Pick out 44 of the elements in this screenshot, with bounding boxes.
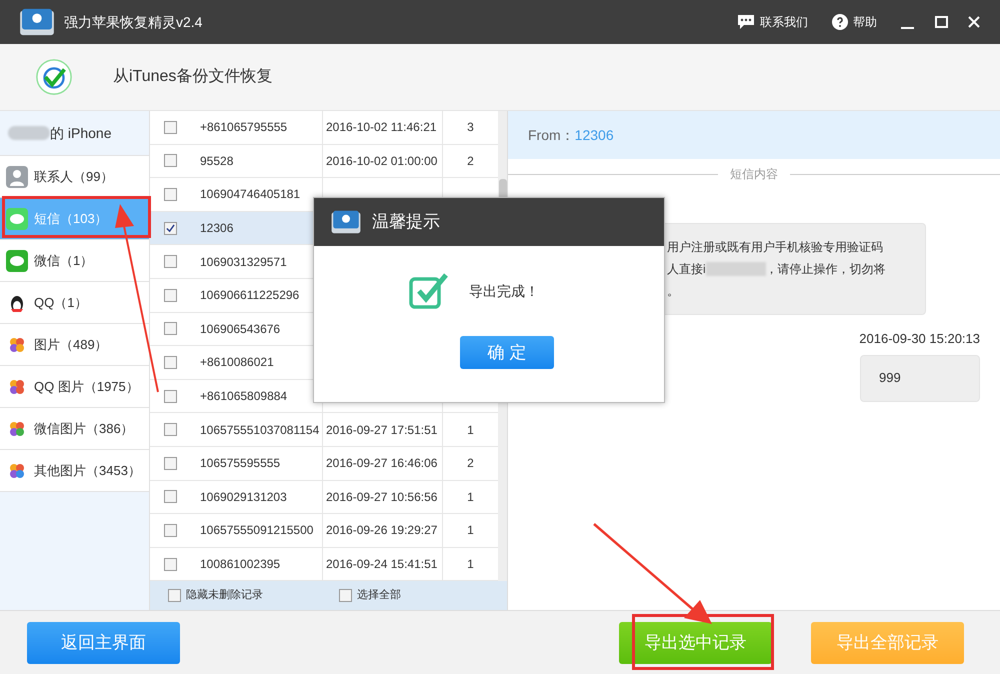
- table-cell-text: 2016-09-26 19:29:27: [326, 522, 438, 540]
- table-cell-text: 106575551037081154: [200, 422, 320, 439]
- table-cell-text: 1: [467, 556, 474, 574]
- table-cell-text: 106904746405181: [200, 186, 300, 204]
- table-cell-text: 10657555091215500: [200, 522, 314, 540]
- message-text: 。: [667, 283, 679, 300]
- message-bubble: 999: [860, 354, 980, 402]
- page-heading: 从iTunes备份文件恢复: [113, 66, 272, 87]
- table-cell-text: 106906543676: [200, 320, 280, 338]
- table-cell-text: +861065809884: [200, 388, 288, 406]
- table-cell-text: 12306: [200, 220, 234, 238]
- checkbox-label: 隐藏未删除记录: [186, 588, 263, 604]
- sender-number: 12306: [574, 126, 614, 144]
- table-cell-text: 1069029131203: [200, 488, 287, 506]
- window-title: 强力苹果恢复精灵v2.4: [64, 12, 202, 32]
- table-cell-text: 106906611225296: [200, 287, 300, 304]
- table-cell-text: 2016-10-02 11:46:21: [326, 119, 437, 136]
- table-cell-text: 2016-09-27 16:46:06: [326, 455, 438, 472]
- section-title: 短信内容: [729, 166, 779, 183]
- table-cell-text: 106575595555: [200, 455, 280, 472]
- message-time: 2016-09-30 15:20:13: [859, 330, 980, 348]
- table-cell-text: 1069031329571: [200, 254, 287, 271]
- message-text: ，请停止操作，切勿将: [766, 261, 886, 278]
- table-cell-text: 100861002395: [200, 556, 280, 574]
- table-cell-text: 2: [467, 455, 474, 472]
- dialog-title: 温馨提示: [372, 211, 440, 234]
- table-cell-text: 2016-09-24 15:41:51: [326, 556, 438, 574]
- device-name: 的 iPhone: [50, 124, 112, 142]
- from-label: From：: [528, 126, 575, 144]
- table-cell-text: 2: [467, 152, 474, 170]
- table-cell-text: 95528: [200, 152, 234, 170]
- table-cell-text: +8610086021: [200, 354, 274, 372]
- table-cell-text: 2016-10-02 01:00:00: [326, 152, 438, 170]
- table-cell-text: 3: [467, 119, 474, 136]
- table-cell-text: 1: [467, 422, 474, 439]
- dialog-message: 导出完成！: [469, 282, 539, 300]
- table-cell-text: 1: [467, 488, 474, 506]
- table-cell-text: +861065795555: [200, 119, 288, 136]
- message-text: 用户注册或既有用户手机核验专用验证码: [667, 239, 883, 256]
- table-cell-text: 1: [467, 522, 474, 540]
- checkbox-label: 选择全部: [357, 588, 401, 604]
- message-text: 人直接i: [667, 261, 706, 278]
- table-cell-text: 2016-09-27 17:51:51: [326, 422, 438, 439]
- table-cell-text: 2016-09-27 10:56:56: [326, 488, 438, 506]
